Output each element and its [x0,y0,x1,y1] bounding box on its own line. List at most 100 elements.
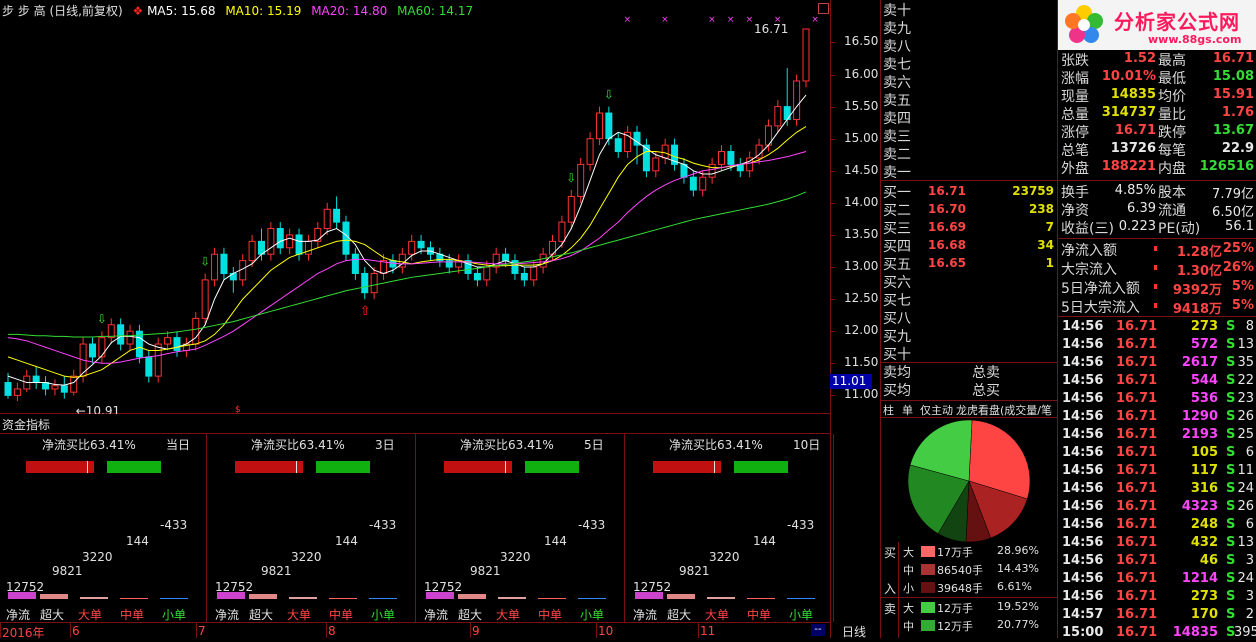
period-label[interactable]: 日线 [842,623,866,640]
tab-bar[interactable]: 柱 [883,402,894,417]
tick-time: 14:56 [1062,319,1104,334]
candle [699,170,707,197]
candle [539,247,547,274]
candle [624,125,632,158]
fund-ratio-title: 净流买比63.41% [251,438,345,452]
flow-bar [1154,246,1157,251]
price-tick-mark [830,267,835,269]
candle [680,157,688,184]
price-tick: 12.00 [844,323,879,338]
fund-ratio-bar-red [26,461,94,473]
buy-level-label: 买二 [883,203,911,219]
tick-row: 14:56 16.71 2617 S 35 [1058,354,1256,372]
fund-panel: 净流买比63.41% 3日 12752 9821 3220 144 -433 净流 超大 大单 中单… [211,434,416,622]
fund-category: 小单 [789,608,814,622]
date-label: 11 [700,624,716,638]
candle [774,100,782,133]
price-tick: 11.00 [844,387,879,402]
fund-ratio-marker [713,461,715,473]
candle [13,382,21,402]
candle [88,337,96,364]
fund-panel: 净流买比63.41% 10日 12752 9821 3220 144 -433 净流 超大 大单中… [629,434,834,622]
fund-category: 超大 [667,608,692,622]
tab-order[interactable]: 单 [902,402,913,417]
fund-bar [538,598,566,599]
legend-value: 17万手 [937,546,973,559]
quote-value: 13726 [1110,141,1156,156]
date-label: 2016年 [2,626,45,640]
flow-label: 净流入额 [1061,243,1117,259]
tick-time: 14:56 [1062,463,1104,478]
date-label: 7 [198,624,206,638]
fund-ratio-marker [86,461,88,473]
fund-value: -433 [369,518,397,532]
fund-value: 9821 [52,564,83,578]
date-label: 6 [72,624,80,638]
tick-price: 16.71 [1116,571,1158,586]
quote-value: 10.01% [1101,69,1156,84]
fund-period-label: 当日 [166,438,191,452]
tick-price: 16.71 [1116,463,1158,478]
tick-count: 6 [1245,445,1254,460]
quote-value: 14835 [1110,87,1156,102]
date-label: 8 [328,624,336,638]
price-tick: 11.50 [844,355,879,370]
quote-value: 15.08 [1212,69,1254,84]
quote-label: 涨停 [1061,125,1089,141]
quote-label: 外盘 [1061,161,1089,177]
flow-pct: 26% [1222,260,1254,275]
price-tick: 14.50 [844,162,879,177]
quote-label: 最低 [1158,71,1186,87]
fund-ratio-bar-red [444,461,512,473]
fund-category: 超大 [40,608,65,622]
sell-level-label: 卖四 [883,111,911,127]
fund-value: 144 [126,534,149,548]
tab-longhu[interactable]: 龙虎看盘(成交量/笔 [956,402,1052,417]
fund-category: 中单 [747,608,772,622]
tick-row: 15:00 16.71 14835 S 395 [1058,624,1256,642]
tick-count: 24 [1237,571,1254,586]
candle [642,138,650,178]
fund-ratio-title: 净流买比63.41% [669,438,763,452]
buy-level-volume: 23759 [1012,184,1054,198]
fund-category: 超大 [249,608,274,622]
fund-ratio-bar-green [107,461,161,473]
candle [736,157,744,178]
tick-row: 14:56 16.71 105 S 6 [1058,444,1256,462]
tick-volume: 105 [1190,445,1218,460]
order-size-pie [907,419,1031,542]
quote-value: 15.91 [1212,87,1254,102]
quote-value: 0.223 [1118,219,1156,234]
legend-pct: 19.52% [997,600,1039,613]
fund-category: 小单 [371,608,396,622]
price-tick: 13.00 [844,259,879,274]
tab-active-only[interactable]: 仅主动 [920,402,953,417]
candle [671,138,679,171]
quote-label: 张跌 [1061,53,1089,69]
flow-value: 9392万 [1172,283,1222,298]
fund-bar [747,598,775,599]
tick-price: 16.71 [1116,391,1158,406]
fund-bar [667,594,695,599]
tick-volume: 170 [1190,607,1218,622]
scroll-handle[interactable]: -- [811,624,825,636]
legend-size: 中 [903,564,914,577]
tick-price: 16.71 [1116,337,1158,352]
sell-avg-label: 卖均 [883,365,911,381]
fund-bar [369,598,397,599]
tick-time: 14:57 [1062,607,1104,622]
tick-time: 14:56 [1062,499,1104,514]
candle [23,369,31,393]
sell-level-label: 卖九 [883,21,911,37]
flow-label: 5日大宗流入 [1061,300,1140,316]
price-tick-mark [830,331,835,333]
top-marker-icon: × [727,15,735,25]
tick-count: 26 [1237,499,1254,514]
tick-time: 14:56 [1062,355,1104,370]
legend-divider [898,542,899,638]
tick-time: 14:56 [1062,535,1104,550]
tick-price: 16.71 [1116,589,1158,604]
total-sell-label: 总卖 [972,365,1000,381]
fund-ratio-title: 净流买比63.41% [460,438,554,452]
candle [126,324,134,351]
